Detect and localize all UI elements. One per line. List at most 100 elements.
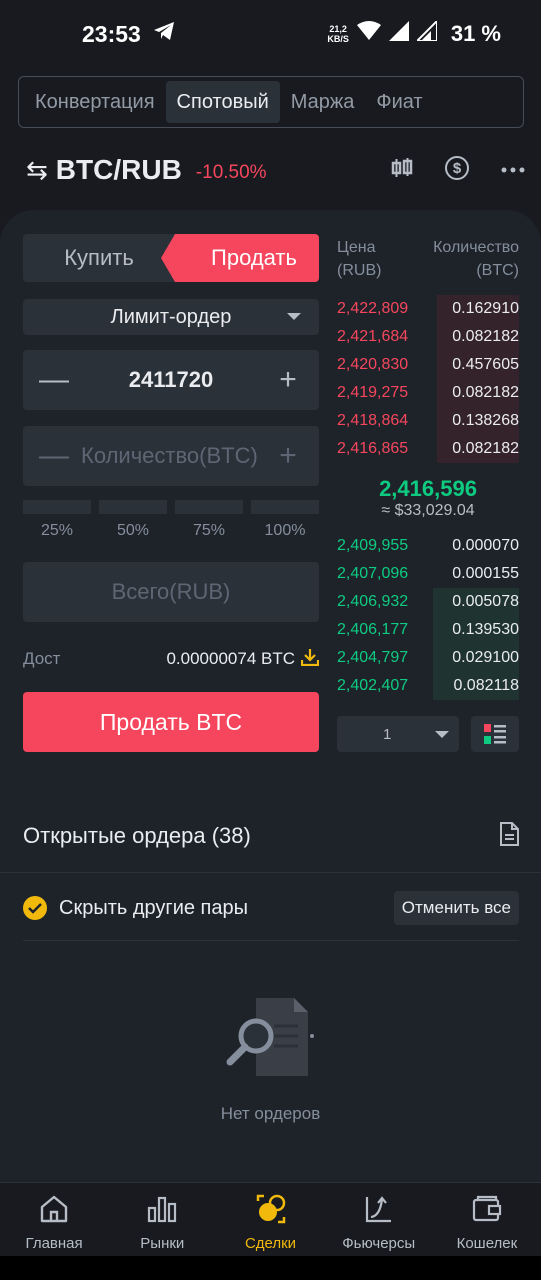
ask-row[interactable]: 2,419,275 0.082182 [337, 379, 519, 407]
orderbook-view-button[interactable] [471, 716, 519, 752]
bid-qty: 0.000155 [452, 565, 519, 582]
battery-level: 31 % [450, 21, 501, 46]
ask-price: 2,421,684 [337, 328, 409, 345]
pair-change: -10.50% [195, 162, 267, 183]
ask-row[interactable]: 2,418,864 0.138268 [337, 407, 519, 435]
sell-tab[interactable]: Продать [161, 234, 319, 282]
caret-down-icon [287, 313, 301, 320]
bid-price: 2,406,177 [337, 621, 409, 638]
percent-50[interactable]: 50% [99, 522, 167, 540]
nav-markets[interactable]: Рынки [108, 1183, 216, 1256]
nav-home-label: Главная [25, 1235, 83, 1252]
checkbox-checked-icon[interactable] [23, 896, 47, 920]
tab-margin[interactable]: Маржа [280, 81, 366, 123]
bid-row[interactable]: 2,406,177 0.139530 [337, 616, 519, 644]
last-price-fiat: ≈ $33,029.04 [381, 502, 475, 519]
bid-row[interactable]: 2,407,096 0.000155 [337, 560, 519, 588]
orderbook-asks: 2,422,809 0.162910 2,421,684 0.082182 2,420,… [337, 295, 519, 463]
bid-qty: 0.082118 [453, 677, 519, 694]
ask-price: 2,419,275 [337, 384, 409, 401]
document-icon[interactable] [499, 821, 519, 851]
price-value[interactable]: 2411720 [129, 367, 213, 393]
trades-icon [255, 1193, 287, 1225]
candlestick-chart-icon[interactable] [390, 156, 414, 185]
deposit-icon[interactable] [300, 648, 320, 671]
ask-qty: 0.138268 [452, 412, 519, 429]
ask-row[interactable]: 2,416,865 0.082182 [337, 435, 519, 463]
percent-100[interactable]: 100% [251, 522, 319, 540]
buy-tab[interactable]: Купить [23, 234, 175, 282]
divider [0, 872, 541, 873]
total-input[interactable]: Всего(RUB) [23, 562, 319, 622]
percent-slider[interactable] [23, 500, 319, 514]
last-price[interactable]: 2,416,596 [337, 476, 519, 502]
bid-price: 2,402,407 [337, 677, 409, 694]
sell-btc-button[interactable]: Продать BTC [23, 692, 319, 752]
tab-convert[interactable]: Конвертация [24, 81, 166, 123]
percent-segment[interactable] [99, 500, 167, 514]
available-value: 0.00000074 BTC [166, 649, 295, 668]
depth-select[interactable]: 1 [337, 716, 459, 752]
nav-wallet[interactable]: Кошелек [433, 1183, 541, 1256]
dollar-circle-icon[interactable]: $ [444, 155, 470, 186]
tab-spot[interactable]: Спотовый [165, 81, 280, 123]
ask-price: 2,416,865 [337, 440, 409, 457]
percent-segment[interactable] [175, 500, 243, 514]
ask-row[interactable]: 2,421,684 0.082182 [337, 323, 519, 351]
ask-price: 2,420,830 [337, 356, 409, 373]
more-icon[interactable] [500, 161, 526, 179]
ask-row[interactable]: 2,420,830 0.457605 [337, 351, 519, 379]
bid-qty: 0.029100 [452, 649, 519, 666]
cancel-all-button[interactable]: Отменить все [393, 891, 519, 925]
price-input[interactable]: — 2411720 + [23, 350, 319, 410]
bid-row[interactable]: 2,404,797 0.029100 [337, 644, 519, 672]
hide-other-pairs-label[interactable]: Скрыть другие пары [59, 897, 248, 920]
bid-qty: 0.139530 [452, 621, 519, 638]
nav-futures-label: Фьючерсы [342, 1235, 416, 1252]
nav-futures[interactable]: Фьючерсы [325, 1183, 433, 1256]
wallet-icon [472, 1193, 502, 1225]
ask-price: 2,422,809 [337, 300, 409, 317]
orderbook-layout-icon [484, 724, 506, 744]
order-type-select[interactable]: Лимит-ордер [23, 299, 319, 335]
pair-name[interactable]: BTC/RUB [56, 154, 182, 186]
network-speed: 21,2 KB/S [327, 24, 349, 44]
nav-home[interactable]: Главная [0, 1183, 108, 1256]
open-orders-header: Открытые ордера (38) [23, 820, 519, 852]
orderbook-header: Цена (RUB) Количество (BTC) [337, 236, 519, 282]
ask-qty: 0.162910 [452, 300, 519, 317]
bid-price: 2,404,797 [337, 649, 409, 666]
bid-row[interactable]: 2,409,955 0.000070 [337, 532, 519, 560]
percent-segment[interactable] [23, 500, 91, 514]
open-orders-title[interactable]: Открытые ордера (38) [23, 823, 251, 849]
quantity-input[interactable]: — Количество(BTC) + [23, 426, 319, 486]
price-unit: (RUB) [337, 262, 382, 279]
bid-qty: 0.000070 [452, 537, 519, 554]
swap-icon[interactable]: ⇆ [26, 155, 48, 186]
bid-row[interactable]: 2,406,932 0.005078 [337, 588, 519, 616]
telegram-icon [153, 21, 175, 47]
tab-fiat[interactable]: Фиат [365, 81, 433, 123]
orderbook-bids: 2,409,955 0.000070 2,407,096 0.000155 2,406,… [337, 532, 519, 700]
bid-row[interactable]: 2,402,407 0.082118 [337, 672, 519, 700]
plus-icon[interactable]: + [273, 363, 303, 397]
futures-icon [364, 1193, 394, 1225]
divider [23, 940, 519, 941]
percent-75[interactable]: 75% [175, 522, 243, 540]
percent-segment[interactable] [251, 500, 319, 514]
price-header: Цена [337, 239, 376, 256]
buy-sell-toggle: Купить Продать [23, 234, 319, 282]
bid-price: 2,406,932 [337, 593, 409, 610]
percent-25[interactable]: 25% [23, 522, 91, 540]
plus-icon-qty[interactable]: + [273, 439, 303, 473]
available-label: Дост [23, 649, 61, 668]
trade-mode-tabs: Конвертация Спотовый Маржа Фиат [18, 76, 524, 128]
minus-icon[interactable]: — [39, 363, 69, 397]
nav-trades[interactable]: Сделки [216, 1183, 324, 1256]
percent-labels: 25% 50% 75% 100% [23, 522, 319, 540]
pair-header: ⇆ BTC/RUB -10.50% $ [26, 148, 526, 192]
no-orders-text: Нет ордеров [220, 1104, 321, 1123]
minus-icon-qty[interactable]: — [39, 439, 69, 473]
quantity-placeholder[interactable]: Количество(BTC) [81, 443, 261, 469]
ask-row[interactable]: 2,422,809 0.162910 [337, 295, 519, 323]
